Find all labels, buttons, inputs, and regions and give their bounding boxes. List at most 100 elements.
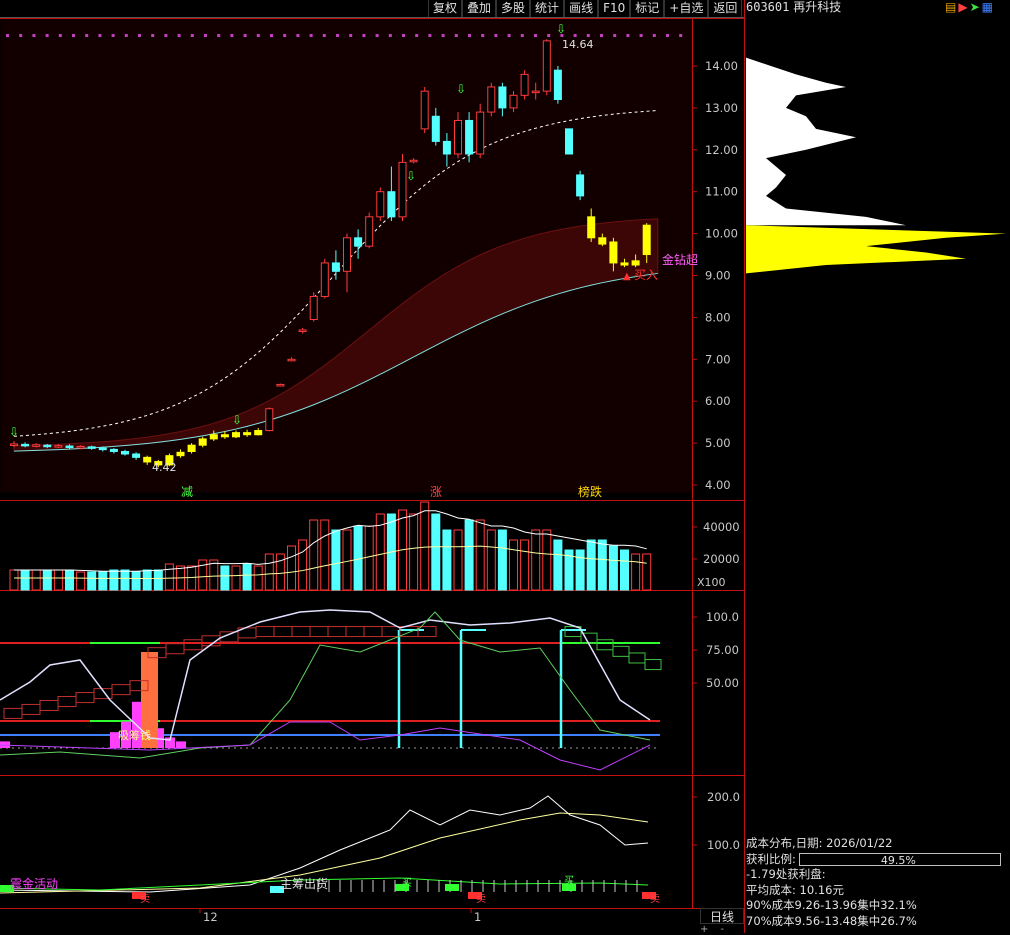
- step-box: [291, 626, 311, 638]
- top-marker: [151, 34, 155, 37]
- candle-body: [220, 434, 229, 438]
- down-arrow-icon: ⇩: [9, 425, 19, 439]
- step-box: [345, 626, 365, 638]
- candle-body: [298, 329, 307, 332]
- top-marker: [600, 34, 603, 37]
- zoom-in-button[interactable]: +: [700, 924, 708, 935]
- zoom-out-button[interactable]: -: [720, 924, 724, 935]
- candle-body: [409, 159, 418, 163]
- candle-body: [520, 73, 529, 96]
- toolbar-button-mark[interactable]: 标记: [630, 0, 665, 17]
- candle-body: [121, 450, 129, 455]
- volume-unit-label: X100: [697, 576, 726, 589]
- low-price-label: 4.42: [152, 461, 177, 474]
- candle-body: [287, 358, 296, 362]
- candle-body: [576, 174, 585, 197]
- top-marker: [428, 34, 432, 37]
- top-marker: [322, 34, 326, 37]
- volume-bar: [9, 569, 19, 591]
- lower-label-mid: 主筹出货: [280, 876, 328, 891]
- flag-icon[interactable]: ▶: [958, 0, 967, 14]
- top-marker: [520, 34, 524, 37]
- price-tick-label: 9.00: [705, 269, 731, 283]
- volume-bar: [520, 539, 530, 591]
- cost-profit-line: -1.79处获利盘:: [746, 867, 826, 881]
- step-box: [165, 643, 185, 655]
- volume-bar: [531, 529, 541, 591]
- volume-bar: [586, 539, 596, 591]
- scroll-buttons: + -: [700, 924, 724, 935]
- profit-ratio-label: 获利比例:: [746, 851, 796, 866]
- top-marker: [375, 34, 379, 37]
- top-marker: [468, 34, 471, 37]
- event-label: 减: [181, 485, 193, 499]
- top-marker: [349, 34, 353, 37]
- candle-body: [76, 445, 85, 449]
- stock-header: 603601 再升科技: [746, 0, 841, 14]
- toolbar-button-draw-line[interactable]: 画线: [564, 0, 599, 17]
- top-marker: [507, 34, 511, 37]
- step-box: [273, 626, 293, 638]
- toolbar-button-f10[interactable]: F10: [598, 0, 631, 17]
- candle-body: [387, 191, 396, 218]
- top-marker: [243, 34, 247, 37]
- volume-bar: [120, 569, 130, 591]
- chart-icon[interactable]: ▦: [982, 0, 993, 14]
- toolbar-button-add-watchlist[interactable]: +自选: [664, 0, 709, 17]
- toolbar-button-back[interactable]: 返回: [708, 0, 743, 17]
- candle-body: [620, 262, 629, 266]
- top-marker: [256, 34, 260, 37]
- list-icon[interactable]: ▤: [945, 0, 956, 14]
- x-axis-label: 1: [474, 910, 481, 924]
- profit-ratio-value: 49.5%: [880, 853, 916, 867]
- price-tick-label: 14.00: [705, 59, 738, 73]
- step-box: [111, 684, 131, 696]
- high-price-label: 14.64: [562, 38, 594, 51]
- step-box: [183, 639, 203, 651]
- kline-chart[interactable]: ⇩⇩⇩⇩⇩14.0013.0012.0011.0010.009.008.007.…: [0, 0, 1010, 933]
- top-marker: [441, 34, 445, 37]
- volume-bar: [20, 569, 30, 591]
- period-button[interactable]: 日线: [700, 908, 744, 924]
- candle-body: [642, 224, 651, 256]
- candle-body: [354, 237, 363, 247]
- candle-body: [243, 432, 252, 436]
- step-box: [417, 626, 437, 638]
- step-box: [255, 626, 275, 638]
- event-label: 榜跌: [578, 484, 602, 499]
- volume-bar: [253, 565, 263, 591]
- candle-body: [32, 444, 41, 447]
- price-tick-label: 11.00: [705, 185, 738, 199]
- kdj-green-line: [0, 611, 651, 759]
- step-box-green: [644, 659, 662, 671]
- volume-bar: [320, 519, 330, 591]
- top-marker: [283, 34, 287, 37]
- arrow-icon[interactable]: ➤: [970, 0, 980, 14]
- candle-body: [21, 443, 30, 447]
- step-box-green: [596, 639, 614, 651]
- top-marker: [402, 34, 405, 37]
- toolbar-button-overlay[interactable]: 叠加: [462, 0, 497, 17]
- volume-bar: [309, 519, 319, 591]
- volume-bar: [331, 529, 341, 591]
- volume-bar: [231, 565, 241, 591]
- volume-bar: [31, 569, 41, 591]
- top-marker: [177, 34, 181, 37]
- top-marker: [19, 34, 23, 37]
- volume-bar: [575, 549, 585, 591]
- down-arrow-icon: ⇩: [456, 82, 466, 96]
- toolbar-button-fuquan[interactable]: 复权: [428, 0, 463, 17]
- price-tick-label: 5.00: [705, 436, 731, 450]
- price-tick-label: 8.00: [705, 310, 731, 324]
- candle-body: [43, 444, 52, 448]
- sell-mark: 卖: [476, 893, 486, 905]
- top-marker: [85, 34, 89, 37]
- toolbar-button-statistics[interactable]: 统计: [530, 0, 565, 17]
- candle-body: [565, 128, 573, 155]
- top-marker: [111, 34, 115, 37]
- price-tick-label: 12.00: [705, 143, 738, 157]
- volume-bar: [442, 529, 452, 591]
- lower-marker: [445, 884, 459, 891]
- candle-body: [476, 111, 485, 155]
- toolbar-button-multi-stock[interactable]: 多股: [496, 0, 531, 17]
